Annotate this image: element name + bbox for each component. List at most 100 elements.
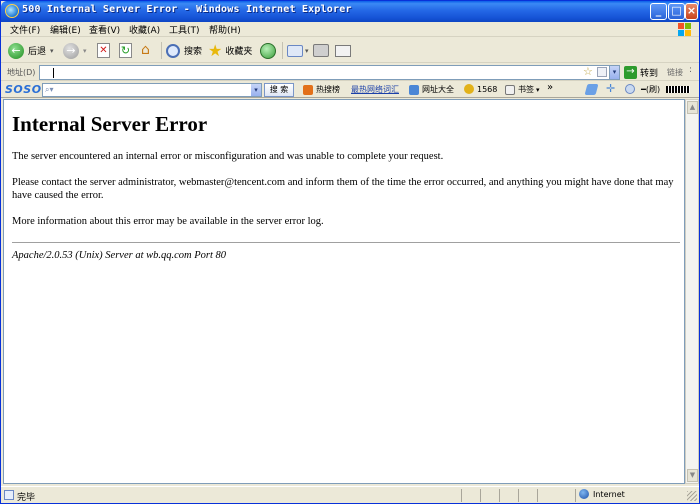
favorites-star-icon: ★: [208, 40, 223, 60]
page-status-icon: [4, 490, 14, 500]
history-button[interactable]: [260, 41, 276, 60]
mail-icon: [287, 44, 303, 57]
error-description: The server encountered an internal error…: [12, 151, 444, 162]
coin-icon: [464, 84, 474, 94]
hot-words-link[interactable]: 最热网络词汇: [351, 84, 399, 95]
scroll-down-arrow-icon[interactable]: ▼: [687, 469, 698, 482]
scroll-up-arrow-icon[interactable]: ▲: [687, 101, 698, 114]
page-title: Internal Server Error: [12, 112, 208, 136]
log-info-paragraph: More information about this error may be…: [12, 216, 324, 227]
favorites-button[interactable]: ★ 收藏夹: [208, 41, 252, 60]
address-bar: 地址(D) ☆ ▾ → 转到 链接 :: [1, 64, 699, 81]
address-label: 地址(D): [7, 68, 36, 77]
links-chevron-icon[interactable]: :: [689, 65, 692, 75]
go-button[interactable]: → 转到: [624, 65, 658, 80]
menu-tools[interactable]: 工具(T): [169, 23, 200, 36]
soso-dropdown-icon[interactable]: ▾: [251, 84, 261, 96]
hot-search-button[interactable]: 热搜榜: [303, 84, 340, 95]
text-caret: [53, 68, 54, 78]
menu-file[interactable]: 文件(F): [10, 23, 40, 36]
favorites-label: 收藏夹: [225, 47, 253, 57]
toolbar-separator: [161, 42, 162, 59]
contact-paragraph: Please contact the server administrator,…: [12, 177, 674, 201]
ie-logo-icon: [5, 4, 19, 18]
internet-globe-icon: [579, 489, 589, 499]
soso-search-button[interactable]: 搜 索: [264, 83, 294, 97]
house-icon: [409, 84, 419, 95]
page-icon: [597, 67, 607, 77]
refresh-toggle[interactable]: ━(刷): [641, 84, 660, 95]
edit-page-icon: [335, 44, 351, 57]
search-label: 搜索: [184, 47, 203, 57]
crosshair-icon[interactable]: ✛: [606, 83, 615, 95]
maximize-button[interactable]: □: [668, 3, 685, 20]
globe-icon[interactable]: [625, 84, 635, 94]
menu-favorites[interactable]: 收藏(A): [129, 23, 160, 36]
history-icon: [260, 42, 276, 59]
refresh-button[interactable]: ↻: [119, 41, 132, 60]
soso-search-input[interactable]: ⌕▾ ▾: [42, 83, 262, 97]
go-arrow-icon: →: [624, 66, 637, 79]
soso-logo[interactable]: SOSO: [5, 83, 42, 96]
back-button[interactable]: ← 后退 ▾: [8, 41, 54, 60]
title-bar[interactable]: 500 Internal Server Error - Windows Inte…: [1, 1, 699, 22]
status-cell: [499, 489, 518, 502]
refresh-toggle-label: (刷): [645, 85, 661, 94]
bookmark-icon: [505, 84, 515, 95]
vertical-scrollbar[interactable]: ▲ ▼: [685, 99, 699, 484]
menu-bar: 文件(F) 编辑(E) 查看(V) 收藏(A) 工具(T) 帮助(H): [1, 22, 699, 37]
security-zone[interactable]: Internet: [579, 489, 625, 499]
status-cell: [518, 489, 537, 502]
bookmarks-dropdown-icon: ▾: [536, 85, 540, 94]
zone-label: Internet: [593, 489, 625, 499]
pin-icon[interactable]: [584, 84, 599, 95]
home-icon: ⌂: [141, 42, 150, 58]
stop-icon: ✕: [97, 43, 110, 58]
points-count: 1568: [477, 84, 498, 94]
minimize-button[interactable]: _: [650, 3, 667, 20]
add-favorite-star-icon[interactable]: ☆: [583, 66, 593, 78]
links-button[interactable]: 链接: [667, 67, 683, 78]
windows-flag-icon: [678, 23, 691, 36]
forward-dropdown-icon[interactable]: ▾: [83, 47, 87, 55]
home-button[interactable]: ⌂: [141, 41, 157, 60]
menu-help[interactable]: 帮助(H): [209, 23, 241, 36]
server-signature: Apache/2.0.53 (Unix) Server at wb.qq.com…: [12, 250, 227, 261]
more-chevron-button[interactable]: »: [547, 82, 553, 93]
page-content: Internal Server Error The server encount…: [3, 99, 685, 484]
go-label: 转到: [640, 69, 659, 79]
edit-button[interactable]: [335, 41, 351, 60]
menu-view[interactable]: 查看(V): [89, 23, 120, 36]
points-counter[interactable]: 1568: [464, 84, 497, 94]
address-dropdown-button[interactable]: ▾: [609, 65, 620, 80]
forward-button[interactable]: → ▾: [63, 41, 87, 60]
refresh-icon: ↻: [119, 43, 132, 58]
search-button[interactable]: 搜索: [166, 41, 202, 60]
bookmarks-label: 书签: [518, 85, 534, 94]
back-dropdown-icon[interactable]: ▾: [50, 47, 54, 55]
resize-grip-icon[interactable]: [687, 491, 697, 501]
chevron-down-icon: ▾: [612, 68, 617, 76]
close-button[interactable]: ×: [685, 3, 698, 20]
mail-dropdown-icon[interactable]: ▾: [305, 47, 309, 55]
url-directory-label: 网址大全: [422, 85, 454, 94]
window-title: 500 Internal Server Error - Windows Inte…: [22, 4, 352, 15]
back-arrow-icon: ←: [8, 42, 24, 59]
bookmarks-button[interactable]: 书签 ▾: [505, 84, 540, 95]
toolbar-separator: [282, 42, 283, 59]
progress-meter-icon: [666, 86, 690, 93]
address-input[interactable]: [39, 65, 620, 80]
hot-search-label: 热搜榜: [316, 85, 340, 94]
mail-button[interactable]: ▾: [287, 41, 309, 60]
url-directory-button[interactable]: 网址大全: [409, 84, 454, 95]
browser-window: 500 Internal Server Error - Windows Inte…: [0, 0, 700, 504]
status-text: 完毕: [17, 493, 36, 503]
menu-edit[interactable]: 编辑(E): [50, 23, 81, 36]
back-label: 后退: [28, 47, 47, 57]
forward-arrow-icon: →: [63, 42, 79, 59]
soso-search-icon: ⌕▾: [45, 85, 54, 94]
stop-button[interactable]: ✕: [97, 41, 110, 60]
soso-toolbar: SOSO ⌕▾ ▾ 搜 索 热搜榜 最热网络词汇 网址大全 1568 书签 ▾ …: [1, 82, 699, 98]
print-button[interactable]: [313, 41, 329, 60]
print-icon: [313, 44, 329, 57]
